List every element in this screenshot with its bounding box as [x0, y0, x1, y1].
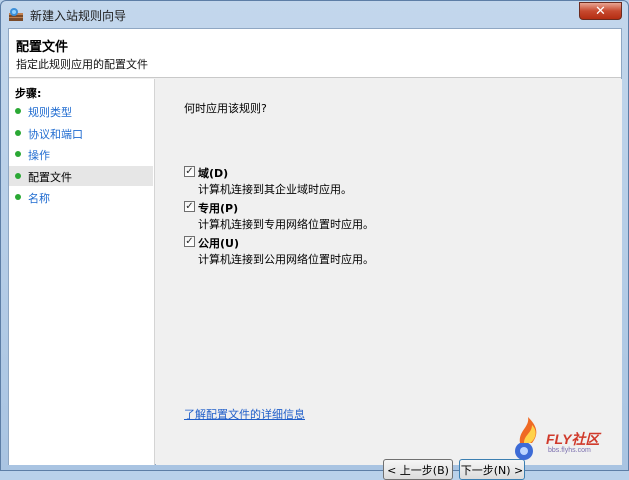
- step-name[interactable]: 名称: [9, 187, 153, 207]
- step-label: 配置文件: [28, 171, 72, 184]
- step-bullet-icon: [15, 173, 21, 179]
- page-subtitle: 指定此规则应用的配置文件: [16, 58, 148, 71]
- profile-content: 何时应用该规则? ✓ 域(D) 计算机连接到其企业域时应用。 ✓ 专用(P) 计…: [156, 79, 622, 480]
- close-button[interactable]: ✕: [579, 2, 622, 20]
- step-label: 规则类型: [28, 106, 72, 119]
- wizard-window: 新建入站规则向导 ✕ 配置文件 指定此规则应用的配置文件 步骤: 规则类型 协议…: [0, 0, 629, 480]
- step-bullet-icon: [15, 194, 21, 200]
- domain-description: 计算机连接到其企业域时应用。: [198, 183, 352, 196]
- step-protocol-port[interactable]: 协议和端口: [9, 123, 153, 143]
- public-label[interactable]: 公用(U): [198, 235, 239, 251]
- back-button[interactable]: < 上一步(B): [383, 459, 453, 480]
- firewall-icon: [9, 8, 23, 21]
- domain-label[interactable]: 域(D): [198, 165, 228, 181]
- private-checkbox[interactable]: ✓: [184, 201, 195, 212]
- step-action[interactable]: 操作: [9, 144, 153, 164]
- step-profile[interactable]: 配置文件: [9, 166, 153, 186]
- step-bullet-icon: [15, 151, 21, 157]
- apply-question: 何时应用该规则?: [184, 102, 267, 115]
- watermark-logo: FLY社区 bbs.flyhs.com: [506, 409, 626, 465]
- private-description: 计算机连接到专用网络位置时应用。: [198, 218, 374, 231]
- watermark-flame-icon: [515, 417, 537, 460]
- watermark-text: FLY社区: [546, 431, 600, 447]
- close-icon: ✕: [595, 3, 606, 19]
- check-icon: ✓: [185, 235, 194, 247]
- check-icon: ✓: [185, 165, 194, 177]
- steps-title: 步骤:: [15, 87, 42, 100]
- wizard-client-area: 配置文件 指定此规则应用的配置文件 步骤: 规则类型 协议和端口 操作 配置文件: [8, 28, 622, 480]
- check-icon: ✓: [185, 200, 194, 212]
- watermark-subtext: bbs.flyhs.com: [548, 447, 591, 454]
- learn-more-link[interactable]: 了解配置文件的详细信息: [184, 406, 305, 422]
- step-label: 协议和端口: [28, 128, 83, 141]
- step-rule-type[interactable]: 规则类型: [9, 101, 153, 121]
- step-label: 名称: [28, 192, 50, 205]
- public-checkbox[interactable]: ✓: [184, 236, 195, 247]
- wizard-header: 配置文件 指定此规则应用的配置文件: [9, 29, 621, 78]
- page-title: 配置文件: [16, 40, 69, 55]
- step-label: 操作: [28, 149, 50, 162]
- step-bullet-icon: [15, 130, 21, 136]
- window-title: 新建入站规则向导: [30, 9, 127, 23]
- steps-panel: 步骤: 规则类型 协议和端口 操作 配置文件 名称: [9, 79, 155, 465]
- step-bullet-icon: [15, 108, 21, 114]
- private-label[interactable]: 专用(P): [198, 200, 238, 216]
- title-bar[interactable]: 新建入站规则向导 ✕: [1, 1, 628, 27]
- public-description: 计算机连接到公用网络位置时应用。: [198, 253, 374, 266]
- domain-checkbox[interactable]: ✓: [184, 166, 195, 177]
